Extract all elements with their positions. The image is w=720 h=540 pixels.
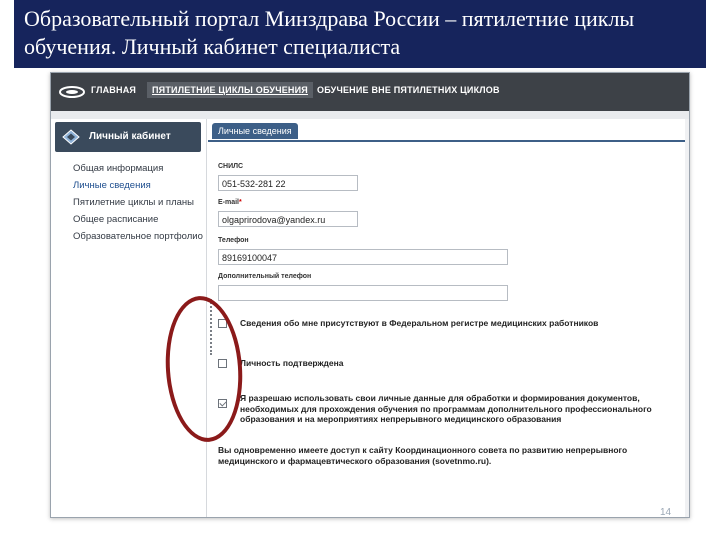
sidebar-item-general-info[interactable]: Общая информация — [73, 163, 163, 174]
portal-screenshot: ГЛАВНАЯ ПЯТИЛЕТНИЕ ЦИКЛЫ ОБУЧЕНИЯ ОБУЧЕН… — [50, 72, 690, 518]
email-field[interactable]: olgaprirodova@yandex.ru — [218, 211, 358, 227]
email-label: E-mail* — [218, 199, 242, 206]
phone-label: Телефон — [218, 237, 249, 244]
slide-title-bar: Образовательный портал Минздрава России … — [14, 0, 706, 68]
slide-title: Образовательный портал Минздрава России … — [24, 6, 635, 59]
tab-personal-info[interactable]: Личные сведения — [212, 123, 298, 139]
sidebar-header-label: Личный кабинет — [89, 131, 171, 142]
portal-logo-icon[interactable] — [59, 86, 85, 98]
extra-phone-field[interactable] — [218, 285, 508, 301]
top-navigation: ГЛАВНАЯ ПЯТИЛЕТНИЕ ЦИКЛЫ ОБУЧЕНИЯ ОБУЧЕН… — [51, 73, 689, 111]
tab-underline — [208, 140, 689, 142]
snils-field[interactable]: 051-532-281 22 — [218, 175, 358, 191]
nav-five-year-cycles[interactable]: ПЯТИЛЕТНИЕ ЦИКЛЫ ОБУЧЕНИЯ — [147, 82, 313, 98]
data-consent-label: Я разрешаю использовать свои личные данн… — [240, 393, 652, 424]
sidebar-item-personal-info[interactable]: Личные сведения — [73, 180, 151, 191]
sidebar-item-portfolio[interactable]: Образовательное портфолио — [73, 231, 203, 242]
nav-home[interactable]: ГЛАВНАЯ — [91, 85, 136, 95]
personal-info-panel: Личные сведения СНИЛС 051-532-281 22 E-m… — [208, 119, 689, 517]
email-label-text: E-mail — [218, 199, 240, 206]
phone-field[interactable]: 89169100047 — [218, 249, 508, 265]
snils-label: СНИЛС — [218, 163, 244, 170]
registry-checkbox-label: Сведения обо мне присутствуют в Федераль… — [240, 318, 599, 328]
email-required-mark: * — [239, 199, 242, 206]
sidebar-item-schedule[interactable]: Общее расписание — [73, 214, 158, 225]
subnav-strip — [51, 111, 689, 119]
cabinet-icon — [62, 129, 80, 145]
extra-phone-label: Дополнительный телефон — [218, 273, 312, 280]
council-access-note: Вы одновременно имеете доступ к сайту Ко… — [218, 445, 628, 466]
page-number: 14 — [660, 507, 672, 518]
nav-outside-cycles[interactable]: ОБУЧЕНИЕ ВНЕ ПЯТИЛЕТНИХ ЦИКЛОВ — [317, 85, 500, 95]
sidebar-item-cycles-plans[interactable]: Пятилетние циклы и планы — [73, 197, 194, 208]
identity-confirmed-label: Личность подтверждена — [240, 358, 344, 368]
content-scrollbar[interactable] — [685, 119, 689, 517]
sidebar-cabinet-header[interactable]: Личный кабинет — [55, 122, 201, 152]
